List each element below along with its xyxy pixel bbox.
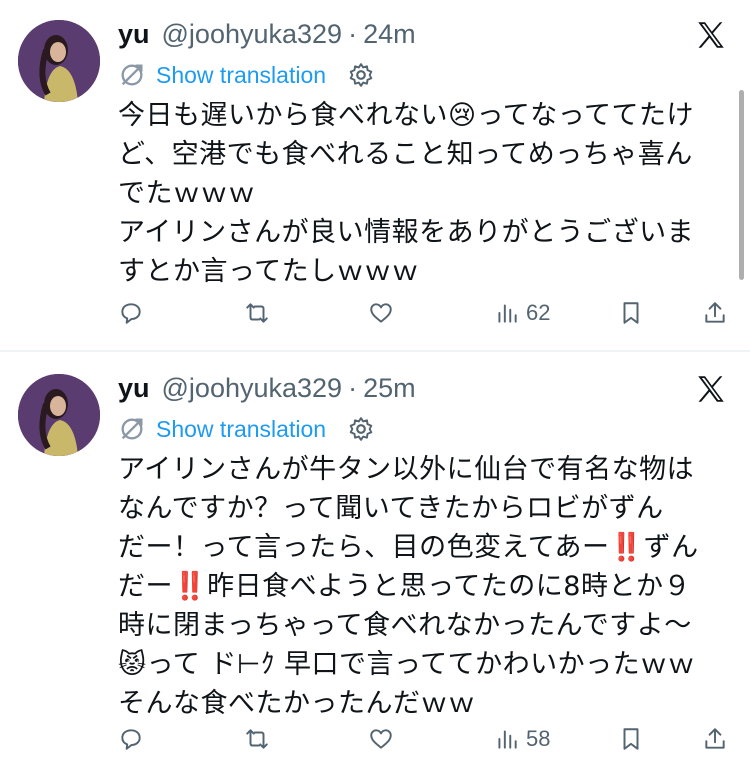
text-line: アイリンさんが良い情報をありがとうございま [118, 217, 695, 248]
like-icon [370, 303, 392, 323]
translate-icon [121, 64, 143, 86]
scrollbar-thumb[interactable] [739, 90, 744, 280]
like-button[interactable] [368, 300, 394, 326]
views-icon [498, 304, 517, 323]
share-button[interactable] [702, 300, 728, 326]
separator-dot: · [348, 18, 358, 49]
text-line: すとか言ってたしｗｗｗ [118, 256, 420, 287]
reply-button[interactable] [118, 300, 144, 326]
translate-row: Show translation [118, 58, 374, 92]
avatar[interactable] [18, 20, 100, 102]
text-line: 😾って ド⊢ｸ 早口で言っててかわいかったｗｗ [118, 649, 696, 680]
text-line: だー！って言ったら、目の色変えてあー‼️ずん [118, 532, 699, 563]
author-handle[interactable]: @joohyuka329 [162, 19, 343, 50]
text-line: だー‼️昨日食べようと思ってたのに8時とか９ [118, 571, 691, 602]
repost-button[interactable] [244, 726, 270, 752]
repost-button[interactable] [244, 300, 270, 326]
views-count: 58 [526, 726, 551, 751]
text-line: ど、空港でも食べれること知ってめっちゃ喜ん [118, 139, 693, 170]
text-line: そんな食べたかったんだｗｗ [118, 688, 476, 719]
x-logo-icon [698, 22, 724, 48]
text-line: でたｗｗｗ [118, 178, 256, 209]
tweet-card[interactable]: yu @joohyuka329 · 24m Show translation 今… [0, 0, 750, 350]
text-line: 時に閉まっちゃって食べれなかったんですよ～ [118, 610, 692, 641]
bookmark-button[interactable] [618, 726, 644, 752]
share-icon [705, 302, 725, 323]
tweet-header: yu @joohyuka329 · 25m [118, 368, 416, 408]
show-translation-link[interactable]: Show translation [156, 416, 326, 443]
tweet-text: アイリンさんが牛タン以外に仙台で有名な物は なんですか？って聞いてきたからロビが… [118, 450, 728, 723]
timestamp[interactable]: 25m [363, 373, 416, 404]
repost-icon [246, 729, 268, 749]
x-logo-icon [698, 376, 724, 402]
bookmark-button[interactable] [618, 300, 644, 326]
translate-icon [121, 418, 143, 440]
like-button[interactable] [368, 726, 394, 752]
tweet-text: 今日も遅いから食べれない😢ってなっててたけ ど、空港でも食べれること知ってめっち… [118, 96, 728, 291]
text-line: なんですか？って聞いてきたからロビがずん [118, 493, 664, 524]
author-name[interactable]: yu [118, 19, 150, 50]
gear-icon[interactable] [348, 62, 374, 88]
bookmark-icon [623, 728, 639, 750]
tweet-actions: 62 [118, 300, 733, 332]
share-button[interactable] [702, 726, 728, 752]
timestamp[interactable]: 24m [363, 19, 416, 50]
separator-dot: · [348, 372, 358, 403]
text-line: アイリンさんが牛タン以外に仙台で有名な物は [118, 454, 695, 485]
show-translation-link[interactable]: Show translation [156, 62, 326, 89]
tweet-header: yu @joohyuka329 · 24m [118, 14, 416, 54]
tweet-actions: 58 [118, 726, 733, 758]
author-name[interactable]: yu [118, 373, 150, 404]
gear-icon[interactable] [348, 416, 374, 442]
repost-icon [246, 303, 268, 323]
bookmark-icon [623, 302, 639, 324]
views-button[interactable]: 62 [494, 300, 550, 326]
reply-icon [121, 303, 141, 324]
like-icon [370, 729, 392, 749]
reply-icon [121, 729, 141, 750]
translate-row: Show translation [118, 412, 374, 446]
views-count: 62 [526, 300, 551, 325]
text-line: 今日も遅いから食べれない😢ってなっててたけ [118, 100, 694, 131]
reply-button[interactable] [118, 726, 144, 752]
avatar[interactable] [18, 374, 100, 456]
author-handle[interactable]: @joohyuka329 [162, 373, 343, 404]
share-icon [705, 728, 725, 749]
views-button[interactable]: 58 [494, 726, 550, 752]
views-icon [498, 730, 517, 749]
tweet-card[interactable]: yu @joohyuka329 · 25m Show translation ア… [0, 352, 750, 756]
